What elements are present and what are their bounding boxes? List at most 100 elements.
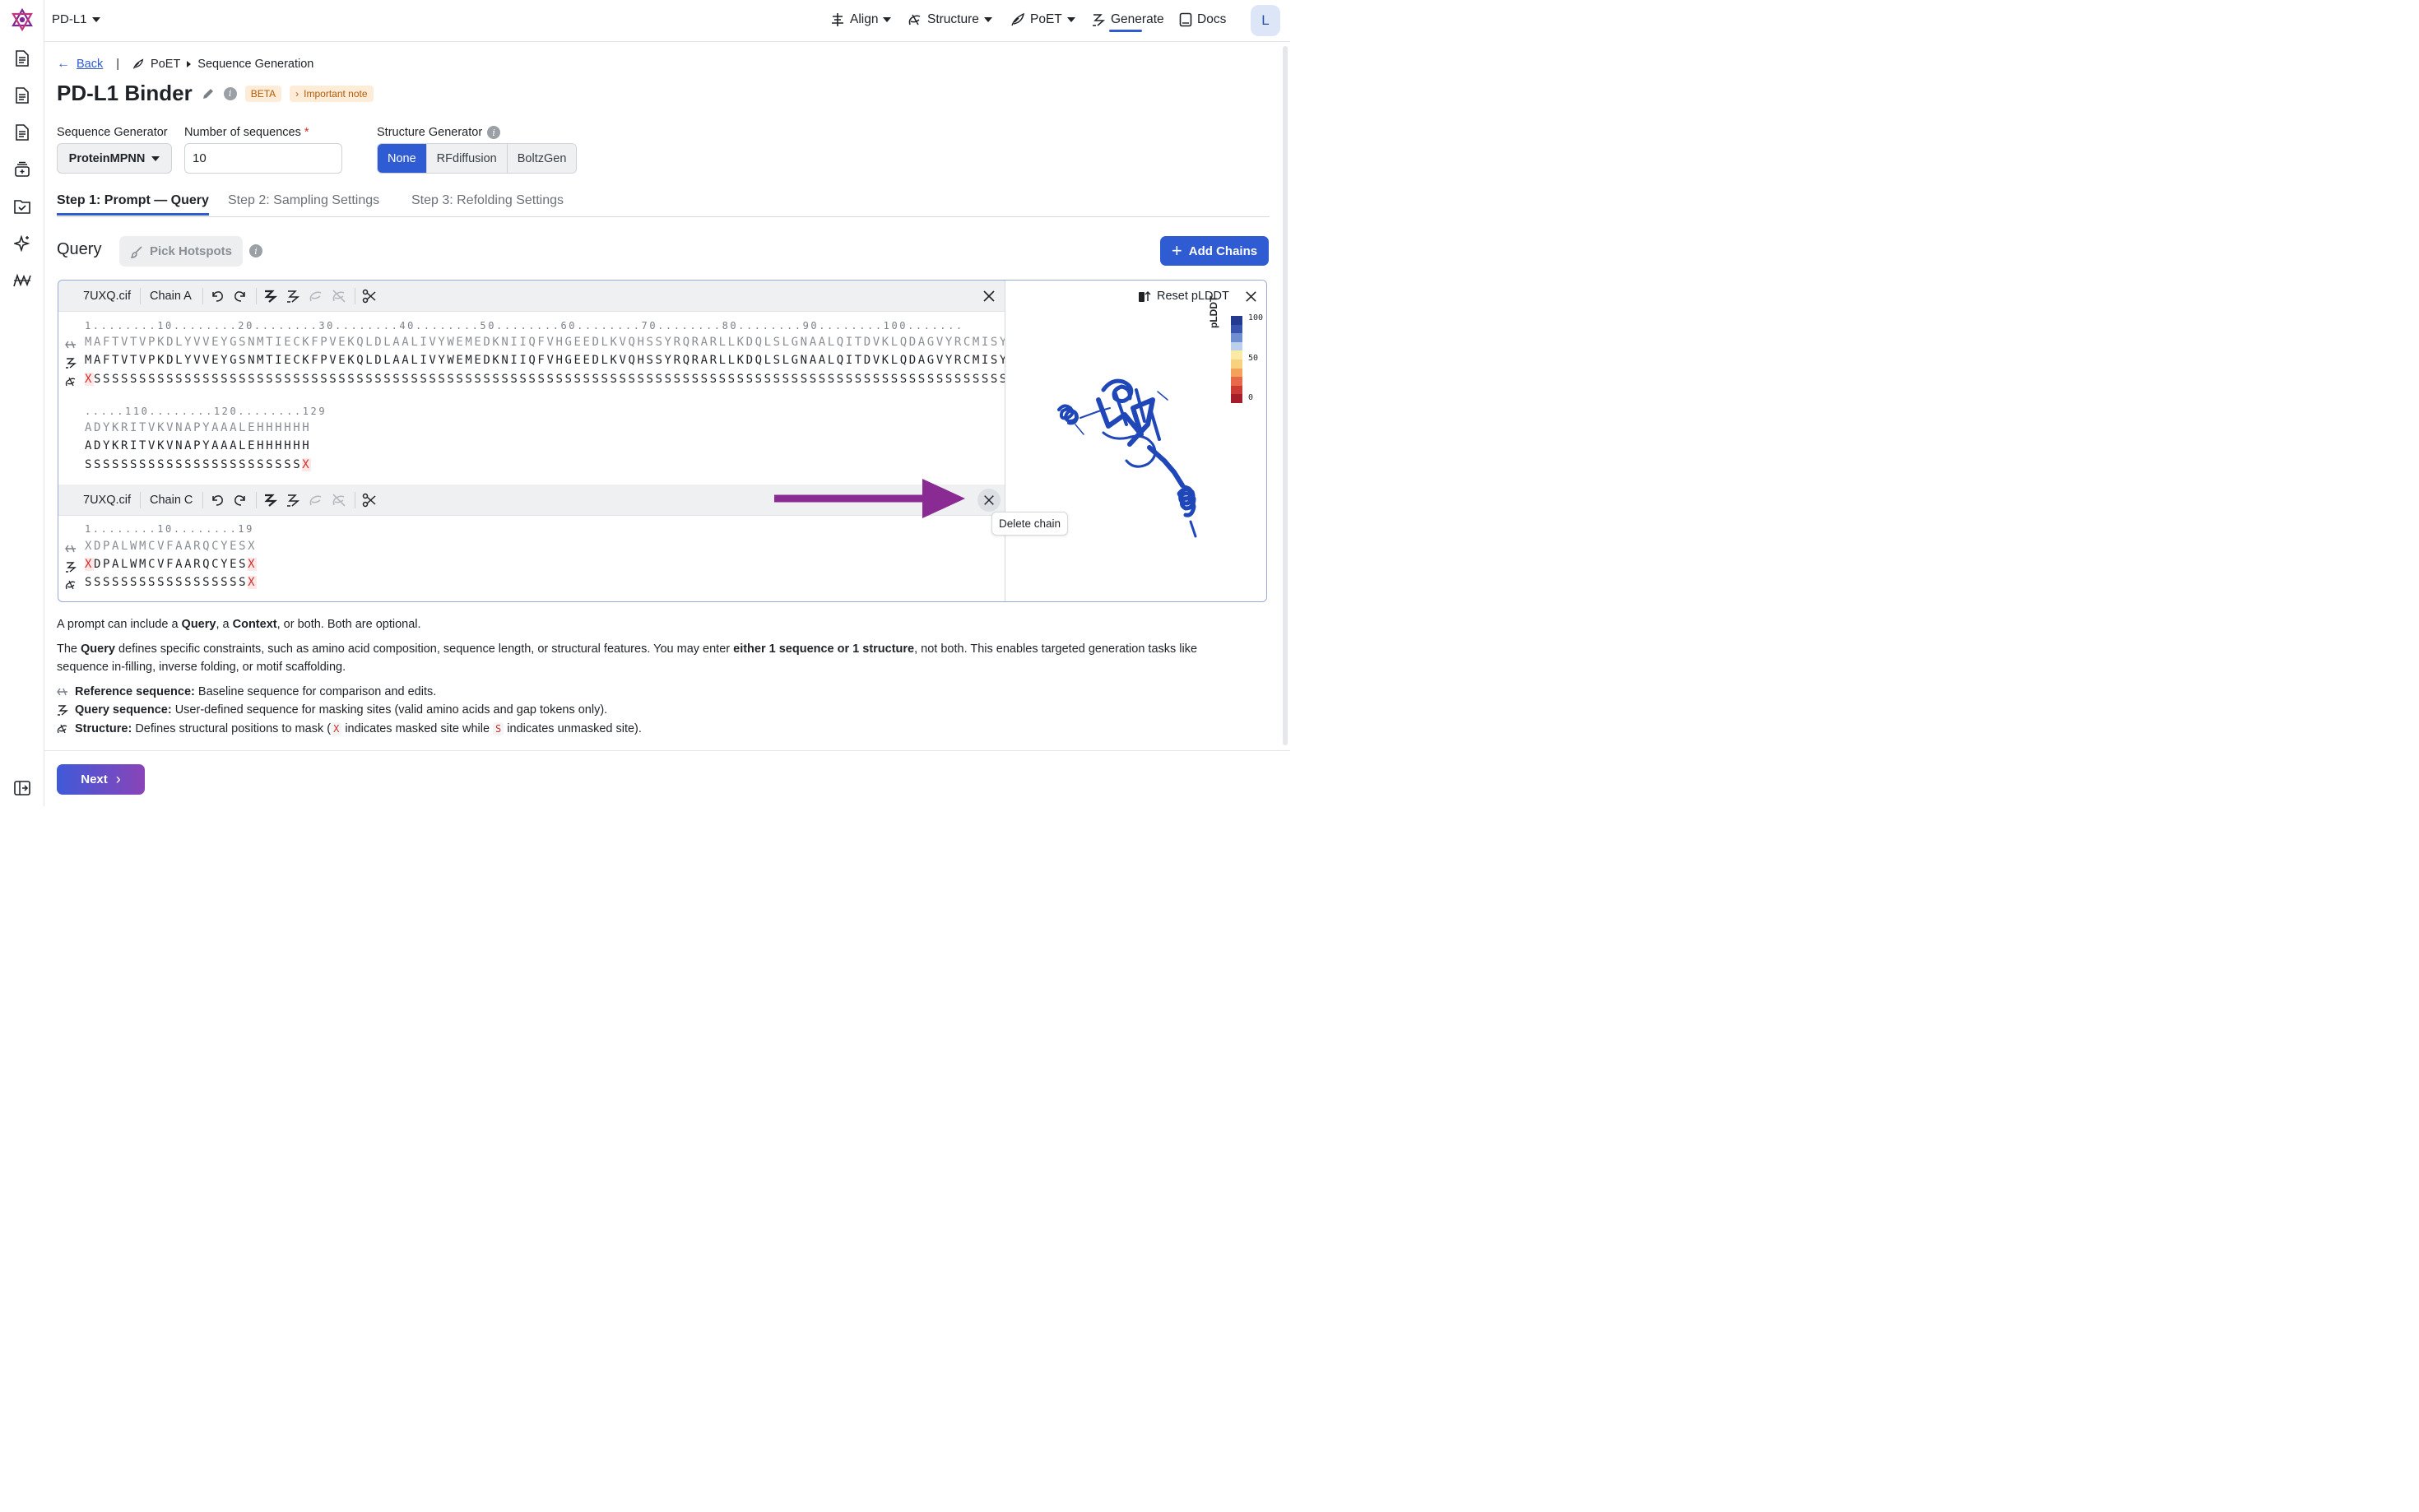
legend-tick: 100 bbox=[1248, 313, 1264, 322]
breadcrumb-section[interactable]: PoET bbox=[151, 58, 180, 71]
chain-name[interactable]: Chain C bbox=[150, 494, 193, 507]
structure-mask-icon bbox=[57, 724, 67, 734]
unmasked-sites: SSSSSSSSSSSSSSSSSSSSSSSS bbox=[85, 458, 303, 471]
analytics-icon[interactable] bbox=[12, 270, 33, 291]
desc-text: A prompt can include a bbox=[57, 618, 182, 631]
unmask-structure-icon[interactable] bbox=[332, 493, 346, 508]
plddt-color-scale bbox=[1231, 316, 1242, 403]
structure-option-none[interactable]: None bbox=[378, 144, 427, 173]
undo-icon[interactable] bbox=[210, 493, 225, 508]
desc-text: , a bbox=[216, 618, 233, 631]
unmask-structure-icon[interactable] bbox=[332, 289, 346, 304]
sequence-generator-select[interactable]: ProteinMPNN bbox=[57, 143, 172, 174]
back-link[interactable]: Back bbox=[77, 58, 103, 71]
close-icon[interactable] bbox=[1244, 290, 1258, 304]
tab-step-2[interactable]: Step 2: Sampling Settings bbox=[228, 193, 379, 208]
document-icon[interactable] bbox=[12, 122, 33, 143]
toolbar-divider bbox=[256, 288, 257, 304]
tab-step-3[interactable]: Step 3: Refolding Settings bbox=[411, 193, 564, 208]
unmasked-sites: SSSSSSSSSSSSSSSSSSSSSSSSSSSSSSSSSSSSSSSS… bbox=[94, 373, 1036, 386]
tab-step-1[interactable]: Step 1: Prompt — Query bbox=[57, 193, 209, 216]
chevron-down-icon bbox=[1066, 17, 1075, 22]
edit-pencil-icon[interactable] bbox=[201, 86, 216, 101]
structure-option-boltzgen[interactable]: BoltzGen bbox=[507, 144, 577, 173]
close-icon[interactable] bbox=[982, 289, 996, 304]
reference-sequence[interactable]: ADYKRITVKVNAPYAAALEHHHHHH bbox=[85, 421, 311, 434]
mask-query-outline-icon[interactable] bbox=[286, 289, 300, 304]
info-icon[interactable]: i bbox=[223, 86, 237, 100]
page-title: PD-L1 Binder bbox=[57, 81, 193, 105]
chain-name[interactable]: Chain A bbox=[150, 290, 192, 303]
scissors-icon[interactable] bbox=[362, 289, 377, 304]
scissors-icon[interactable] bbox=[362, 493, 377, 508]
num-sequences-input[interactable]: 10 bbox=[184, 143, 342, 174]
structure-mask-icon bbox=[65, 377, 76, 387]
undo-icon[interactable] bbox=[210, 289, 225, 304]
desc-text: The bbox=[57, 642, 81, 656]
mask-structure-icon[interactable] bbox=[309, 289, 323, 304]
desc-bold: Query bbox=[81, 642, 115, 656]
nav-align[interactable]: Align bbox=[830, 12, 892, 27]
scrollbar[interactable] bbox=[1283, 46, 1288, 745]
structure-icon bbox=[908, 14, 921, 26]
structure-mask-row[interactable]: SSSSSSSSSSSSSSSSSSSSSSSSX bbox=[85, 458, 312, 471]
structure-generator-label-row: Structure Generator i bbox=[377, 126, 501, 139]
reference-sequence[interactable]: XDPALWMCVFAARQCYESX bbox=[85, 540, 257, 553]
query-sequence[interactable]: ADYKRITVKVNAPYAAALEHHHHHH bbox=[85, 439, 311, 452]
masked-site[interactable]: X bbox=[85, 558, 95, 571]
add-chains-button[interactable]: + Add Chains bbox=[1160, 236, 1269, 266]
info-icon[interactable]: i bbox=[487, 126, 501, 139]
beta-badge: BETA bbox=[244, 85, 282, 102]
masked-site[interactable]: X bbox=[85, 373, 95, 386]
nav-poet-label: PoET bbox=[1030, 12, 1062, 26]
chain-file: 7UXQ.cif bbox=[83, 290, 132, 303]
redo-icon[interactable] bbox=[233, 289, 248, 304]
document-icon[interactable] bbox=[12, 48, 33, 69]
num-sequences-label: Number of sequences bbox=[184, 126, 301, 139]
document-icon[interactable] bbox=[12, 85, 33, 106]
required-mark: * bbox=[304, 126, 309, 139]
chevron-down-icon bbox=[883, 17, 892, 22]
next-button[interactable]: Next › bbox=[57, 764, 145, 795]
structure-mask-row[interactable]: XSSSSSSSSSSSSSSSSSSSSSSSSSSSSSSSSSSSSSSS… bbox=[85, 373, 1036, 386]
mask-structure-icon[interactable] bbox=[309, 493, 323, 508]
mask-query-icon[interactable] bbox=[262, 493, 277, 508]
nav-docs[interactable]: Docs bbox=[1179, 12, 1226, 27]
legend-tick: 0 bbox=[1248, 393, 1254, 402]
legend-tick: 50 bbox=[1248, 354, 1259, 363]
structure-mask-icon bbox=[65, 580, 76, 590]
masked-site[interactable]: X bbox=[302, 458, 312, 471]
back-arrow-icon[interactable]: ← bbox=[57, 57, 70, 72]
desc-bold: Structure: bbox=[75, 722, 132, 735]
expand-sidebar-icon[interactable] bbox=[12, 777, 33, 799]
legend-item-structure: Structure: Defines structural positions … bbox=[57, 720, 642, 738]
structure-mask-row[interactable]: SSSSSSSSSSSSSSSSSSX bbox=[85, 576, 258, 589]
query-sequence[interactable]: XDPALWMCVFAARQCYESX bbox=[85, 558, 258, 571]
masked-site[interactable]: X bbox=[248, 558, 258, 571]
nav-structure[interactable]: Structure bbox=[908, 12, 992, 27]
info-icon[interactable]: i bbox=[249, 244, 262, 257]
nav-generate[interactable]: Generate bbox=[1091, 12, 1164, 27]
avatar[interactable]: L bbox=[1251, 5, 1280, 36]
chevron-right-icon bbox=[187, 61, 192, 67]
nav-poet[interactable]: PoET bbox=[1010, 12, 1075, 27]
structure-viewer[interactable]: Reset pLDDT pLDDT 100 50 0 bbox=[1005, 281, 1266, 601]
masked-site[interactable]: X bbox=[248, 576, 258, 589]
folder-check-icon[interactable] bbox=[12, 196, 33, 217]
app-logo[interactable] bbox=[11, 7, 34, 32]
dataset-icon[interactable] bbox=[12, 159, 33, 180]
toolbar-divider bbox=[202, 492, 203, 508]
mask-query-outline-icon[interactable] bbox=[286, 493, 300, 508]
query-sequence[interactable]: MAFTVTVPKDLYVVEYGSNMTIECKFPVEKQLDLAALIVY… bbox=[85, 354, 1027, 367]
delete-chain-button[interactable] bbox=[977, 489, 1001, 512]
sparkle-icon[interactable] bbox=[12, 233, 33, 254]
project-selector[interactable]: PD-L1 bbox=[52, 12, 100, 26]
mask-query-icon[interactable] bbox=[262, 289, 277, 304]
important-note-toggle[interactable]: › Important note bbox=[290, 85, 374, 102]
redo-icon[interactable] bbox=[233, 493, 248, 508]
pick-hotspots-button[interactable]: Pick Hotspots bbox=[119, 236, 243, 267]
legend-item-query: Query sequence: User-defined sequence fo… bbox=[57, 701, 607, 719]
plus-icon: + bbox=[1171, 240, 1182, 261]
reference-sequence[interactable]: MAFTVTVPKDLYVVEYGSNMTIECKFPVEKQLDLAALIVY… bbox=[85, 336, 1027, 349]
structure-option-rfdiffusion[interactable]: RFdiffusion bbox=[426, 144, 508, 173]
